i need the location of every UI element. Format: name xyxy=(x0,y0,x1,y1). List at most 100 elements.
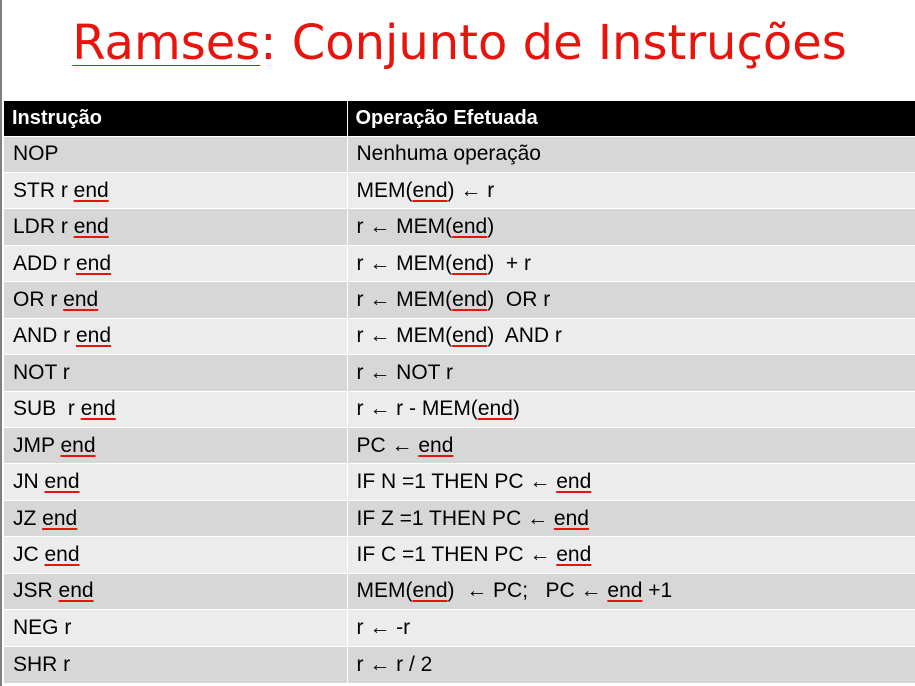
instruction-text: NOT r xyxy=(13,360,70,384)
operand-end: end xyxy=(73,178,109,202)
slide: Ramses: Conjunto de Instruções Instrução… xyxy=(0,0,915,686)
operand-end: end xyxy=(76,251,112,275)
operand-end: end xyxy=(73,215,109,239)
slide-title: Ramses: Conjunto de Instruções xyxy=(2,10,915,80)
operation-text: IF C =1 THEN PC ← xyxy=(356,543,557,567)
table-row: NEG r r ← -r xyxy=(4,609,915,647)
operand-end: end xyxy=(452,287,488,311)
table-row: LDR r end r ← MEM(end) xyxy=(4,208,915,246)
operation-text: IF N =1 THEN PC ← xyxy=(356,470,557,494)
instruction-text: NEG r xyxy=(13,615,72,639)
operation-text: ) AND r xyxy=(487,324,562,348)
instruction-text: STR r xyxy=(13,178,74,202)
instruction-cell: JSR end xyxy=(4,572,348,610)
operation-cell: PC ← end xyxy=(347,426,915,464)
operand-end: end xyxy=(556,543,592,567)
instruction-cell: STR r end xyxy=(4,171,348,209)
operation-cell: r ← MEM(end) xyxy=(347,208,915,246)
operand-end: end xyxy=(44,470,80,494)
operation-text: Nenhuma operação xyxy=(356,142,541,166)
operation-text: ) OR r xyxy=(487,287,551,311)
operation-text: r ← -r xyxy=(356,615,411,639)
operation-cell: MEM(end) ← r xyxy=(347,171,915,209)
table-row: AND r end r ← MEM(end) AND r xyxy=(4,317,915,355)
operand-end: end xyxy=(452,215,488,239)
instruction-cell: OR r end xyxy=(4,281,348,319)
operation-text: r ← MEM( xyxy=(356,324,453,348)
operation-cell: Nenhuma operação xyxy=(347,135,915,173)
table-header-row: Instrução Operação Efetuada xyxy=(4,101,915,136)
instruction-cell: JZ end xyxy=(4,499,348,537)
operation-cell: IF C =1 THEN PC ← end xyxy=(347,536,915,574)
table-row: SUB r end r ← r - MEM(end) xyxy=(4,390,915,428)
operation-text: IF Z =1 THEN PC ← xyxy=(356,506,554,530)
table-row: ADD r end r ← MEM(end) + r xyxy=(4,244,915,282)
header-operation: Operação Efetuada xyxy=(347,101,915,136)
operation-cell: IF Z =1 THEN PC ← end xyxy=(347,499,915,537)
operation-text: PC ← xyxy=(356,433,419,457)
table-row: JN end IF N =1 THEN PC ← end xyxy=(4,463,915,501)
table-body: NOP Nenhuma operação STR r end MEM(end) ← r… xyxy=(4,135,915,683)
table-row: JC end IF C =1 THEN PC ← end xyxy=(4,536,915,574)
operation-text: ) xyxy=(487,215,495,239)
operand-end: end xyxy=(63,287,99,311)
operation-cell: r ← r / 2 xyxy=(347,645,915,683)
operation-text: ) + r xyxy=(487,251,531,275)
operand-end: end xyxy=(452,324,488,348)
instruction-text: SUB r xyxy=(13,397,81,421)
operation-text: r ← MEM( xyxy=(356,251,453,275)
operand-end: end xyxy=(556,470,592,494)
operand-end: end xyxy=(58,579,94,603)
operation-text: MEM( xyxy=(356,178,413,202)
operation-cell: r ← MEM(end) + r xyxy=(347,244,915,282)
operation-text: r ← NOT r xyxy=(356,360,453,384)
operation-text: r ← r - MEM( xyxy=(356,397,478,421)
operand-end: end xyxy=(60,433,96,457)
operand-end: end xyxy=(607,579,643,603)
table-row: SHR r r ← r / 2 xyxy=(4,645,915,683)
instruction-cell: SHR r xyxy=(4,645,348,683)
table-row: JSR end MEM(end) ← PC; PC ← end +1 xyxy=(4,572,915,610)
operand-end: end xyxy=(418,433,454,457)
instruction-cell: NOT r xyxy=(4,354,348,392)
slide-title-word: Ramses xyxy=(72,15,261,71)
instruction-text: JSR xyxy=(13,579,59,603)
operand-end: end xyxy=(412,178,448,202)
operand-end: end xyxy=(42,506,78,530)
operand-end: end xyxy=(452,251,488,275)
operand-end: end xyxy=(553,506,589,530)
operation-text: ) ← r xyxy=(447,178,495,202)
operation-text: ) ← PC; PC ← xyxy=(447,579,608,603)
operation-text: r ← MEM( xyxy=(356,287,453,311)
instruction-table: Instrução Operação Efetuada NOP Nenhuma o… xyxy=(4,101,915,683)
operation-text: +1 xyxy=(642,579,673,603)
operation-cell: r ← MEM(end) AND r xyxy=(347,317,915,355)
table-row: JMP end PC ← end xyxy=(4,426,915,464)
operation-cell: r ← -r xyxy=(347,609,915,647)
table-row: NOT r r ← NOT r xyxy=(4,354,915,392)
instruction-cell: NEG r xyxy=(4,609,348,647)
operation-cell: IF N =1 THEN PC ← end xyxy=(347,463,915,501)
operand-end: end xyxy=(477,397,513,421)
instruction-text: LDR r xyxy=(13,215,74,239)
instruction-text: JMP xyxy=(13,433,61,457)
operation-cell: r ← r - MEM(end) xyxy=(347,390,915,428)
operation-text: r ← MEM( xyxy=(356,215,453,239)
slide-title-rest: : Conjunto de Instruções xyxy=(260,15,847,71)
table-row: OR r end r ← MEM(end) OR r xyxy=(4,281,915,319)
operation-text: MEM( xyxy=(356,579,413,603)
instruction-text: JN xyxy=(13,470,45,494)
instruction-text: JZ xyxy=(13,506,43,530)
operation-text: r ← r / 2 xyxy=(356,652,433,676)
operand-end: end xyxy=(44,543,80,567)
instruction-text: OR r xyxy=(13,287,64,311)
instruction-text: JC xyxy=(13,543,45,567)
instruction-text: AND r xyxy=(13,324,76,348)
table-row: JZ end IF Z =1 THEN PC ← end xyxy=(4,499,915,537)
instruction-text: NOP xyxy=(13,142,59,166)
instruction-cell: NOP xyxy=(4,135,348,173)
operation-cell: MEM(end) ← PC; PC ← end +1 xyxy=(347,572,915,610)
instruction-cell: ADD r end xyxy=(4,244,348,282)
instruction-cell: JN end xyxy=(4,463,348,501)
table-row: NOP Nenhuma operação xyxy=(4,135,915,173)
